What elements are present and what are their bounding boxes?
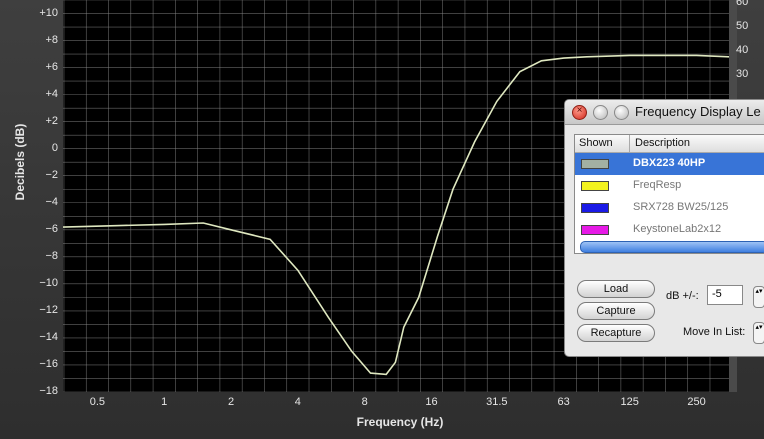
y-tick-label: −18 bbox=[39, 385, 58, 397]
list-item[interactable]: FreqResp bbox=[575, 175, 764, 197]
column-header-shown[interactable]: Shown bbox=[575, 135, 630, 152]
right-tick-label: 40 bbox=[736, 44, 749, 56]
load-button[interactable]: Load bbox=[577, 280, 655, 298]
db-input[interactable]: -5 bbox=[707, 285, 743, 305]
x-tick-label: 4 bbox=[294, 396, 301, 408]
x-tick-label: 31.5 bbox=[486, 396, 508, 408]
window-titlebar[interactable]: × Frequency Display Le bbox=[565, 100, 764, 125]
y-tick-label: −14 bbox=[39, 330, 58, 343]
list-item-label: KeystoneLab2x12 bbox=[633, 223, 722, 235]
frequency-display-window: × Frequency Display Le Shown Description… bbox=[564, 99, 764, 357]
x-axis-label: Frequency (Hz) bbox=[356, 415, 444, 429]
y-tick-label: +8 bbox=[45, 33, 58, 46]
x-tick-label: 63 bbox=[557, 396, 570, 408]
minimize-button[interactable] bbox=[593, 105, 608, 120]
right-tick-label: 60 bbox=[736, 0, 749, 8]
y-tick-label: −2 bbox=[45, 168, 58, 181]
series-list[interactable]: Shown Description DBX223 40HP FreqResp S… bbox=[574, 134, 764, 254]
db-label: dB +/-: bbox=[666, 290, 699, 302]
list-item-label: FreqResp bbox=[633, 179, 682, 191]
x-tick-label: 125 bbox=[620, 396, 639, 408]
capture-button[interactable]: Capture bbox=[577, 302, 655, 320]
x-tick-label: 1 bbox=[161, 396, 168, 408]
list-item[interactable]: DBX223 40HP bbox=[575, 153, 764, 175]
move-in-list-label: Move In List: bbox=[683, 326, 746, 338]
move-in-list-stepper[interactable]: ▴▾ bbox=[753, 322, 764, 344]
y-tick-label: −4 bbox=[45, 195, 58, 208]
swatch-icon[interactable] bbox=[581, 159, 609, 169]
list-item[interactable]: KeystoneLab2x12 bbox=[575, 219, 764, 241]
column-header-description[interactable]: Description bbox=[631, 135, 690, 152]
y-tick-label: +4 bbox=[45, 87, 58, 100]
zoom-button[interactable] bbox=[614, 105, 629, 120]
y-axis-label: Decibels (dB) bbox=[13, 123, 27, 201]
x-tick-label: 16 bbox=[425, 396, 438, 408]
db-stepper[interactable]: ▴▾ bbox=[753, 286, 764, 308]
horizontal-scrollbar[interactable] bbox=[580, 241, 764, 253]
y-tick-label: −8 bbox=[45, 249, 58, 262]
right-tick-label: 50 bbox=[736, 20, 749, 32]
y-tick-label: −16 bbox=[39, 357, 58, 370]
y-tick-label: +10 bbox=[39, 6, 58, 19]
x-tick-label: 250 bbox=[687, 396, 706, 408]
y-tick-label: −12 bbox=[39, 303, 58, 316]
y-tick-label: +6 bbox=[45, 60, 58, 73]
list-item[interactable]: SRX728 BW25/125 bbox=[575, 197, 764, 219]
list-header: Shown Description bbox=[575, 135, 764, 153]
swatch-icon[interactable] bbox=[581, 203, 609, 213]
right-tick-label: 30 bbox=[736, 68, 749, 80]
y-tick-label: 0 bbox=[51, 141, 58, 154]
window-title: Frequency Display Le bbox=[635, 104, 761, 119]
y-tick-label: +2 bbox=[45, 114, 58, 127]
y-tick-label: −10 bbox=[39, 276, 58, 289]
close-icon: × bbox=[576, 105, 583, 116]
swatch-icon[interactable] bbox=[581, 181, 609, 191]
list-item-label: DBX223 40HP bbox=[633, 157, 706, 169]
y-tick-label: −6 bbox=[45, 222, 58, 235]
swatch-icon[interactable] bbox=[581, 225, 609, 235]
close-button[interactable]: × bbox=[572, 105, 587, 120]
app-window: −18 −16 −14 −12 −10 −8 −6 −4 −2 0 +2 +4 +6 +8 +10 60 50… bbox=[0, 0, 764, 439]
x-tick-label: 8 bbox=[361, 396, 368, 408]
list-item-label: SRX728 BW25/125 bbox=[633, 201, 729, 213]
recapture-button[interactable]: Recapture bbox=[577, 324, 655, 342]
x-tick-label: 0.5 bbox=[89, 396, 106, 408]
x-tick-label: 2 bbox=[227, 396, 235, 408]
